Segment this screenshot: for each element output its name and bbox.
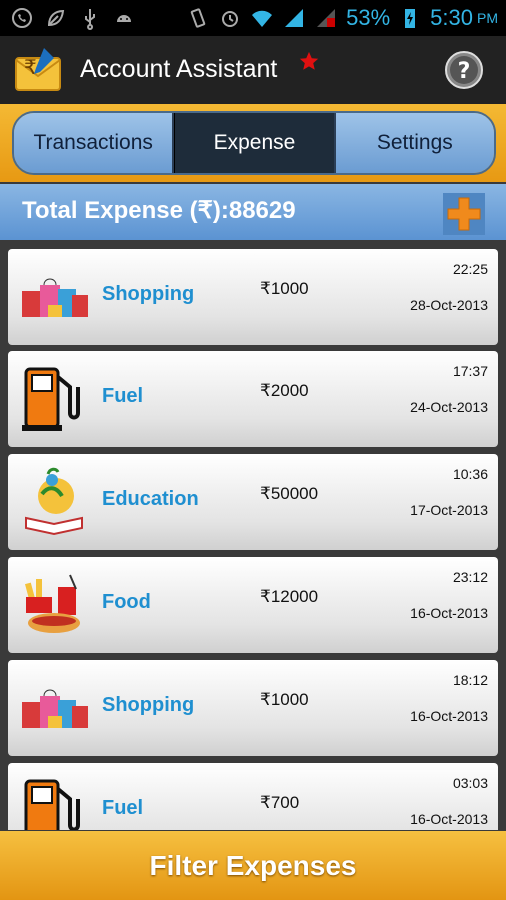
app-logo-icon: ₹ [15,48,61,91]
wifi-icon [252,10,273,27]
total-expense-label: Total Expense (₹):88629 [22,197,296,224]
expense-date: 16-Oct-2013 [410,811,488,827]
app-title: Account Assistant [80,55,278,83]
expense-category: Shopping [102,694,195,716]
clock: 5:30 [430,5,473,30]
expense-amount: ₹700 [260,793,300,812]
expense-category: Fuel [102,385,144,407]
vibrate-icon [190,8,206,28]
expense-amount: ₹1000 [260,279,309,298]
expense-date: 24-Oct-2013 [410,399,488,415]
usb-icon [85,9,95,30]
expense-category: Education [102,488,199,510]
expense-list: Shopping ₹1000 22:25 28-Oct-2013 Fuel ₹2… [0,240,506,830]
expense-time: 17:37 [452,363,488,379]
clock-ampm: PM [477,10,498,26]
expense-category: Fuel [102,797,144,819]
whatsapp-icon [12,8,32,28]
list-item[interactable]: Education ₹50000 10:36 17-Oct-2013 [8,454,498,550]
action-bar: ₹ Account Assistant ? [0,36,506,104]
add-expense-button[interactable] [442,192,486,236]
battery-charging-icon [405,9,416,28]
tab-transactions[interactable]: Transactions [14,113,175,173]
total-expense-bar: Total Expense (₹):88629 [0,184,506,240]
svg-text:₹: ₹ [24,55,37,79]
list-item[interactable]: Shopping ₹1000 18:12 16-Oct-2013 [8,660,498,756]
list-item[interactable]: Shopping ₹1000 22:25 28-Oct-2013 [8,249,498,345]
shopping-bags-icon [22,689,88,728]
signal-2-icon [317,9,336,27]
expense-amount: ₹2000 [260,381,309,400]
expense-category: Food [102,591,151,613]
fuel-pump-icon [22,367,80,431]
battery-percent: 53% [346,5,391,30]
expense-time: 23:12 [452,569,488,585]
list-item[interactable]: Fuel ₹700 03:03 16-Oct-2013 [8,763,498,830]
tab-bar: Transactions Expense Settings [0,104,506,182]
fuel-pump-icon [24,779,80,830]
filter-expenses-label: Filter Expenses [149,849,357,881]
expense-time: 03:03 [452,775,488,791]
list-item[interactable]: Food ₹12000 23:12 16-Oct-2013 [8,557,498,653]
tabs: Transactions Expense Settings [12,111,496,175]
tab-expense[interactable]: Expense [174,113,336,173]
alarm-icon [222,11,239,27]
expense-amount: ₹12000 [260,587,319,606]
tab-settings[interactable]: Settings [335,113,494,173]
leaf-icon [47,9,65,27]
android-icon [117,15,131,22]
fast-food-icon [24,574,80,633]
expense-time: 22:25 [452,261,488,277]
signal-icon [285,9,304,27]
filter-expenses-button[interactable]: Filter Expenses [0,831,506,900]
expense-date: 16-Oct-2013 [410,605,488,621]
expense-amount: ₹50000 [260,484,319,503]
shopping-bags-icon [22,278,88,317]
education-icon [25,467,83,536]
star-icon[interactable] [298,50,320,72]
expense-date: 28-Oct-2013 [410,297,488,313]
expense-time: 10:36 [452,466,488,482]
status-bar: 53% 5:30 PM [0,0,506,36]
expense-category: Shopping [102,283,195,305]
help-icon[interactable]: ? [444,50,484,90]
expense-amount: ₹1000 [260,690,309,709]
svg-text:?: ? [458,59,471,84]
expense-date: 17-Oct-2013 [410,502,488,518]
expense-date: 16-Oct-2013 [410,708,488,724]
list-item[interactable]: Fuel ₹2000 17:37 24-Oct-2013 [8,351,498,447]
expense-time: 18:12 [452,672,488,688]
